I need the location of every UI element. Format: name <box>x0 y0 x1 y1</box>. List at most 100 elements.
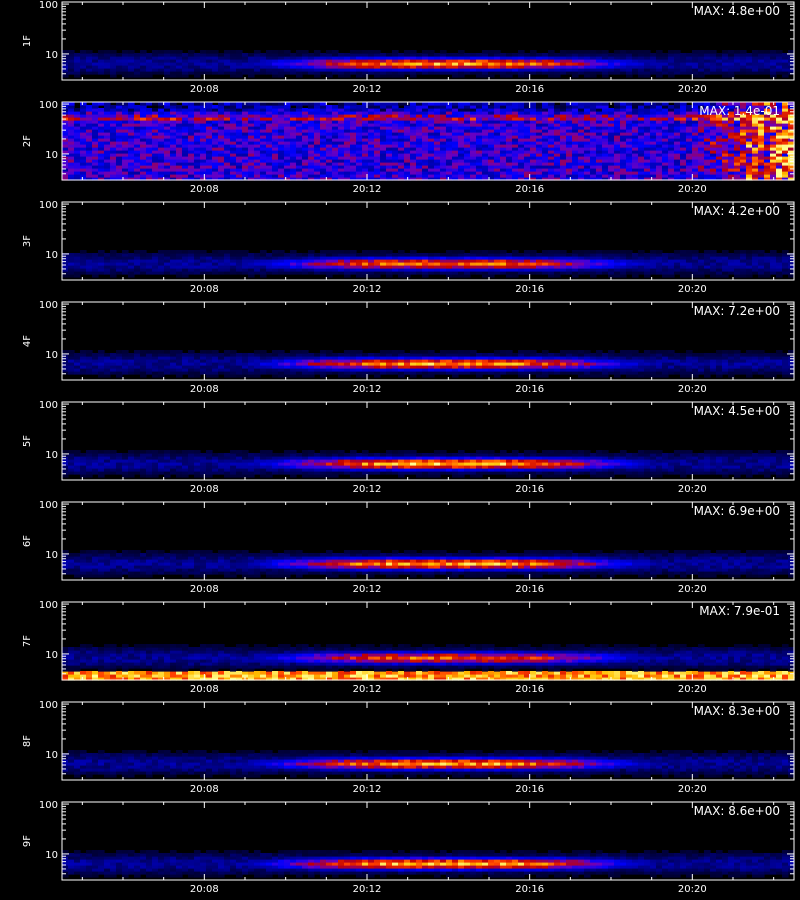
heatmap-cell <box>758 50 765 54</box>
heatmap-cell <box>680 102 687 106</box>
heatmap-cell <box>380 102 387 106</box>
heatmap-cell <box>392 102 399 106</box>
heatmap-cell <box>524 53 531 57</box>
heatmap-cell <box>290 250 297 254</box>
heatmap-cell <box>134 250 141 254</box>
x-tick-label: 20:08 <box>190 84 219 95</box>
heatmap-cell <box>338 53 345 57</box>
y-tick-label: 100 <box>39 0 58 11</box>
heatmap-cell <box>308 250 315 254</box>
heatmap-cell <box>776 50 783 54</box>
heatmap-cell <box>470 250 477 254</box>
heatmap-cell <box>428 50 435 54</box>
heatmap-cell <box>362 250 369 254</box>
heatmap-cell <box>410 50 417 54</box>
heatmap-cell <box>188 250 195 254</box>
spectrogram-panel-2f: 20:08 20:12 20:16 20:20101002FMAX: 1.4e-01 <box>22 100 795 195</box>
heatmap-cell <box>392 50 399 54</box>
heatmap-cell <box>212 50 219 54</box>
heatmap-cell <box>632 102 639 106</box>
heatmap-cell <box>350 102 357 106</box>
heatmap-cell <box>356 105 363 109</box>
heatmap-cell <box>374 250 381 254</box>
heatmap-cell <box>518 102 525 106</box>
heatmap-cell <box>554 105 561 109</box>
heatmap-cell <box>164 50 171 54</box>
heatmap-cell <box>398 108 405 112</box>
heatmap-cell <box>92 53 99 57</box>
heatmap-cell <box>260 250 267 254</box>
heatmap-cell <box>86 253 93 257</box>
heatmap-cell <box>452 53 459 57</box>
heatmap-cell <box>506 53 513 57</box>
heatmap-cell <box>734 50 741 54</box>
heatmap-cell <box>686 53 693 57</box>
heatmap-cell <box>152 253 159 257</box>
heatmap-cell <box>656 102 663 106</box>
heatmap-cell <box>620 102 627 106</box>
heatmap-cell <box>740 50 747 54</box>
heatmap-cell <box>512 102 519 106</box>
heatmap-cell <box>470 53 477 57</box>
heatmap-cell <box>602 102 609 106</box>
heatmap-cell <box>494 102 501 106</box>
heatmap-cell <box>434 102 441 106</box>
heatmap-cell <box>266 50 273 54</box>
heatmap-cell <box>92 102 99 106</box>
heatmap-cell <box>530 250 537 254</box>
heatmap-cell <box>140 102 147 106</box>
heatmap-cell <box>194 53 201 57</box>
heatmap-cell <box>572 50 579 54</box>
heatmap-cell <box>314 102 321 106</box>
heatmap-cell <box>404 253 411 257</box>
heatmap-cell <box>584 102 591 106</box>
heatmap-cell <box>422 253 429 257</box>
heatmap-cell <box>152 50 159 54</box>
heatmap-cell <box>242 53 249 57</box>
heatmap-cell <box>356 253 363 257</box>
heatmap-cell <box>620 50 627 54</box>
heatmap-cell <box>500 250 507 254</box>
heatmap-cell <box>200 102 207 106</box>
heatmap-cells <box>62 102 795 181</box>
heatmap-cell <box>140 250 147 254</box>
heatmap-cell <box>212 105 219 109</box>
heatmap-cell <box>290 102 297 106</box>
heatmap-cell <box>584 50 591 54</box>
heatmap-cell <box>410 250 417 254</box>
heatmap-cell <box>506 102 513 106</box>
heatmap-cell <box>344 102 351 106</box>
heatmap-cell <box>524 250 531 254</box>
heatmap-cell <box>362 50 369 54</box>
heatmap-cell <box>68 50 75 54</box>
heatmap-cell <box>386 250 393 254</box>
heatmap-cells <box>62 250 795 278</box>
heatmap-cell <box>482 50 489 54</box>
heatmap-cell <box>518 253 525 257</box>
heatmap-cell <box>416 53 423 57</box>
heatmap-cell <box>560 102 567 106</box>
heatmap-cell <box>494 250 501 254</box>
heatmap-cell <box>536 253 543 257</box>
heatmap-cell <box>716 53 723 57</box>
heatmap-cell <box>530 50 537 54</box>
heatmap-cell <box>590 102 597 106</box>
heatmap-cell <box>650 53 657 57</box>
heatmap-cell <box>458 50 465 54</box>
heatmap-cell <box>236 50 243 54</box>
heatmap-cell <box>104 253 111 257</box>
heatmap-cell <box>440 102 447 106</box>
x-tick-label: 20:08 <box>190 184 219 195</box>
heatmap-cell <box>458 102 465 106</box>
heatmap-cell <box>422 50 429 54</box>
heatmap-cell <box>368 50 375 54</box>
heatmap-cell <box>560 50 567 54</box>
heatmap-cell <box>170 102 177 106</box>
heatmap-cell <box>176 105 183 109</box>
heatmap-cell <box>278 50 285 54</box>
heatmap-cell <box>236 102 243 106</box>
heatmap-cell <box>272 102 279 106</box>
heatmap-cell <box>446 250 453 254</box>
heatmap-cell <box>368 250 375 254</box>
heatmap-cell <box>440 50 447 54</box>
